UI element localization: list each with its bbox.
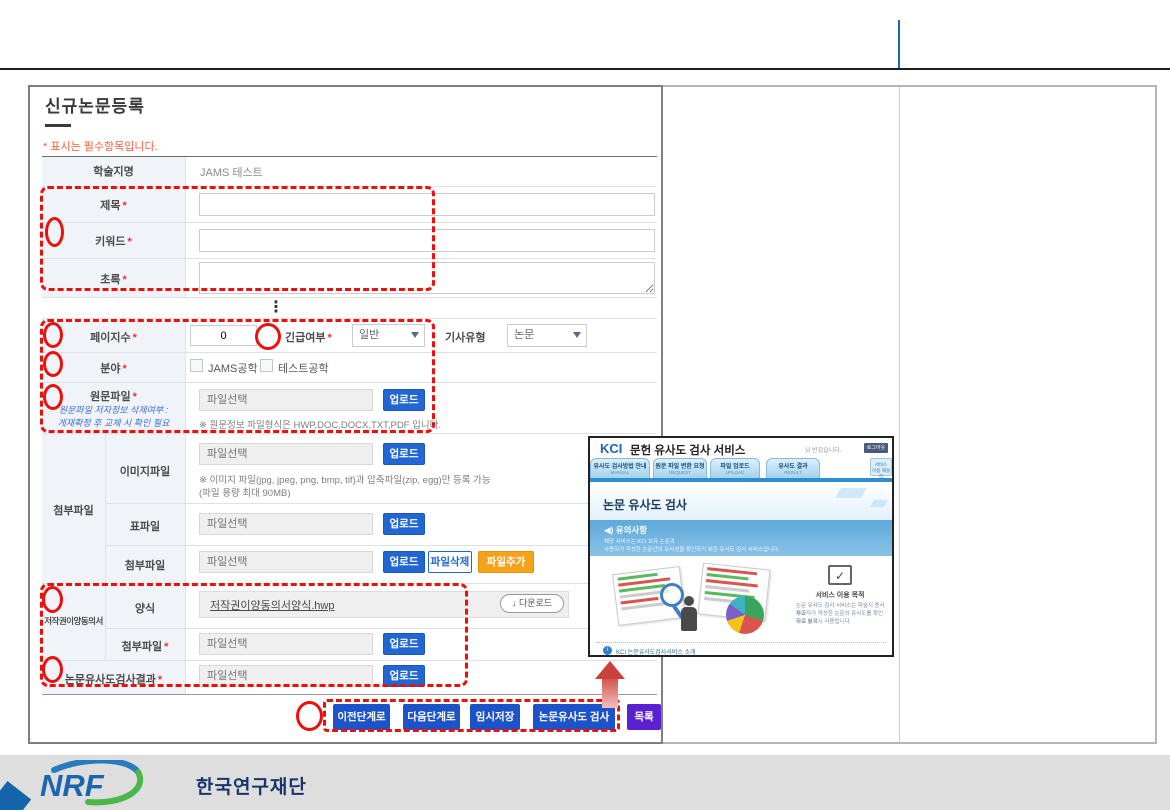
table-file-input[interactable]: [199, 513, 373, 535]
field-option-label: JAMS공학: [208, 360, 258, 376]
fulltext-note-2: 게재확정 후 교체 시 확인 필요: [42, 416, 185, 429]
arrow-up-shaft: [602, 679, 618, 708]
file-add-button[interactable]: 파일추가: [478, 551, 534, 573]
table-top-border: [42, 156, 657, 157]
kci-logout-button[interactable]: 로그아웃: [864, 443, 888, 453]
field-checkbox-jams[interactable]: [190, 359, 203, 372]
abstract-label: 초록*: [42, 271, 185, 287]
keyword-label: 키워드*: [42, 233, 185, 249]
notice-line-1: 해당 서비스는 KCI 보유 논문과: [604, 537, 675, 545]
similarity-result-label: 논문유사도검사결과*: [42, 671, 185, 687]
form-file-label: 양식: [105, 600, 185, 616]
attach-upload-button[interactable]: 업로드: [383, 551, 425, 573]
article-type-select[interactable]: 논문: [507, 324, 587, 347]
title-underline: [45, 124, 71, 127]
urgency-select[interactable]: 일반: [352, 324, 425, 347]
copyright-attach-label: 첨부파일*: [105, 638, 185, 654]
kci-popup-title: 문헌 유사도 검사 서비스: [630, 442, 745, 458]
page-title: 신규논문등록: [45, 92, 145, 117]
field-checkbox-test[interactable]: [260, 359, 273, 372]
attachments-group-label: 첨부파일: [42, 502, 105, 518]
fulltext-file-input[interactable]: [199, 389, 373, 411]
table-file-label: 표파일: [105, 518, 185, 534]
top-divider-line: [0, 68, 1170, 70]
right-column-divider: [899, 87, 900, 742]
kci-logo: KCI: [600, 441, 622, 456]
nrf-logo-text: NRF: [40, 768, 105, 803]
magnifier-icon: [660, 583, 684, 607]
purpose-line-3: 자료 분석시 사용됩니다.: [796, 618, 888, 626]
fulltext-format-note: ※ 원문정보 파일형식은 HWP,DOC,DOCX,TXT,PDF 입니다.: [199, 417, 441, 431]
abstract-textarea[interactable]: [199, 262, 655, 294]
omitted-rows-ellipsis: ⋮: [268, 297, 284, 317]
image-file-label: 이미지파일: [105, 463, 185, 479]
table-upload-button[interactable]: 업로드: [383, 513, 425, 535]
fulltext-note-1: 원문파일 저자정보 삭제여부 :: [42, 403, 185, 416]
top-blue-vertical-line: [898, 20, 900, 68]
attach-file-input[interactable]: [199, 551, 373, 573]
fulltext-upload-button[interactable]: 업로드: [383, 389, 425, 411]
purpose-title: 서비스 이용 목적: [810, 590, 870, 600]
chevron-down-icon: [573, 332, 581, 338]
kci-welcome-text: 님 반갑습니다.: [805, 445, 841, 454]
list-button[interactable]: 목록: [627, 704, 661, 730]
pages-input[interactable]: [190, 325, 257, 346]
image-format-note: ※ 이미지 파일(jpg, jpeg, png, bmp, tif)과 압축파일…: [199, 472, 491, 486]
article-type-label: 기사유형: [445, 329, 499, 345]
attach-file-label: 첨부파일: [105, 557, 185, 573]
table-bottom-border: [42, 694, 657, 695]
title-label: 제목*: [42, 197, 185, 213]
prev-step-button[interactable]: 이전단계로: [333, 704, 390, 730]
journal-name-label: 학술지명: [42, 163, 185, 179]
kci-tab-result[interactable]: 유사도 결과RESULT: [766, 458, 820, 478]
chevron-down-icon: [411, 332, 419, 338]
copyright-upload-button[interactable]: 업로드: [383, 633, 425, 655]
kci-tab-manual[interactable]: 유사도 검사방법 안내MANUAL: [590, 458, 650, 478]
kci-intro-link[interactable]: KCI 논문유사도검사서비스 소개: [616, 647, 696, 656]
copyright-group-label: 저작권이양동의서: [42, 615, 105, 627]
info-icon: i: [603, 646, 612, 655]
copyright-form-link[interactable]: 저작권이양동의서양식.hwp: [210, 597, 334, 613]
temp-save-button[interactable]: 임시저장: [470, 704, 520, 730]
required-fields-note: * 표시는 필수항목입니다.: [43, 138, 158, 154]
notice-line-2: 사용자가 작성한 논문간의 유사성을 확인하기 위한 유사도 검사 서비스입니다…: [604, 545, 780, 553]
kci-tab-upload[interactable]: 파일 업로드UPLOAD: [710, 458, 760, 478]
keyword-input[interactable]: [199, 229, 655, 252]
checklist-icon: ✓: [828, 565, 852, 585]
notice-title: ◀) 유의사항: [604, 524, 647, 536]
file-delete-button[interactable]: 파일삭제: [428, 551, 472, 573]
image-size-note: (파일 용량 최대 90MB): [199, 485, 291, 499]
urgency-label: 긴급여부*: [285, 329, 341, 345]
pages-label: 페이지수*: [42, 329, 185, 345]
fulltext-file-label: 원문파일*: [42, 388, 185, 404]
download-button[interactable]: ↓ 다운로드: [500, 594, 564, 613]
kci-tab-request[interactable]: 원문 파일 변환 요청REQUEST: [653, 458, 707, 478]
person-illustration-body: [681, 607, 697, 631]
field-label: 분야*: [42, 360, 185, 376]
image-file-input[interactable]: [199, 443, 373, 465]
kci-hero-title: 논문 유사도 검사: [603, 496, 687, 513]
person-illustration: [684, 596, 694, 606]
similarity-result-input[interactable]: [199, 665, 373, 687]
image-upload-button[interactable]: 업로드: [383, 443, 425, 465]
next-step-button[interactable]: 다음단계로: [403, 704, 460, 730]
pie-chart-illustration: [726, 596, 764, 634]
arrow-up-icon: [595, 661, 625, 679]
copyright-attach-input[interactable]: [199, 633, 373, 655]
popup-footer-divider: [596, 642, 886, 643]
field-option-label: 테스트공학: [278, 360, 329, 376]
similarity-upload-button[interactable]: 업로드: [383, 665, 425, 687]
nrf-logo: NRF: [36, 760, 186, 806]
screen: 신규논문등록 * 표시는 필수항목입니다. 학술지명 JAMS 테스트 제목* …: [0, 0, 1170, 810]
speaker-icon: ◀): [604, 525, 613, 535]
journal-name-value: JAMS 테스트: [200, 164, 263, 180]
kci-guide-button[interactable]: 서비스 이용 해설집: [870, 458, 892, 476]
title-input[interactable]: [199, 193, 655, 216]
footer-org-name: 한국연구재단: [196, 772, 307, 799]
